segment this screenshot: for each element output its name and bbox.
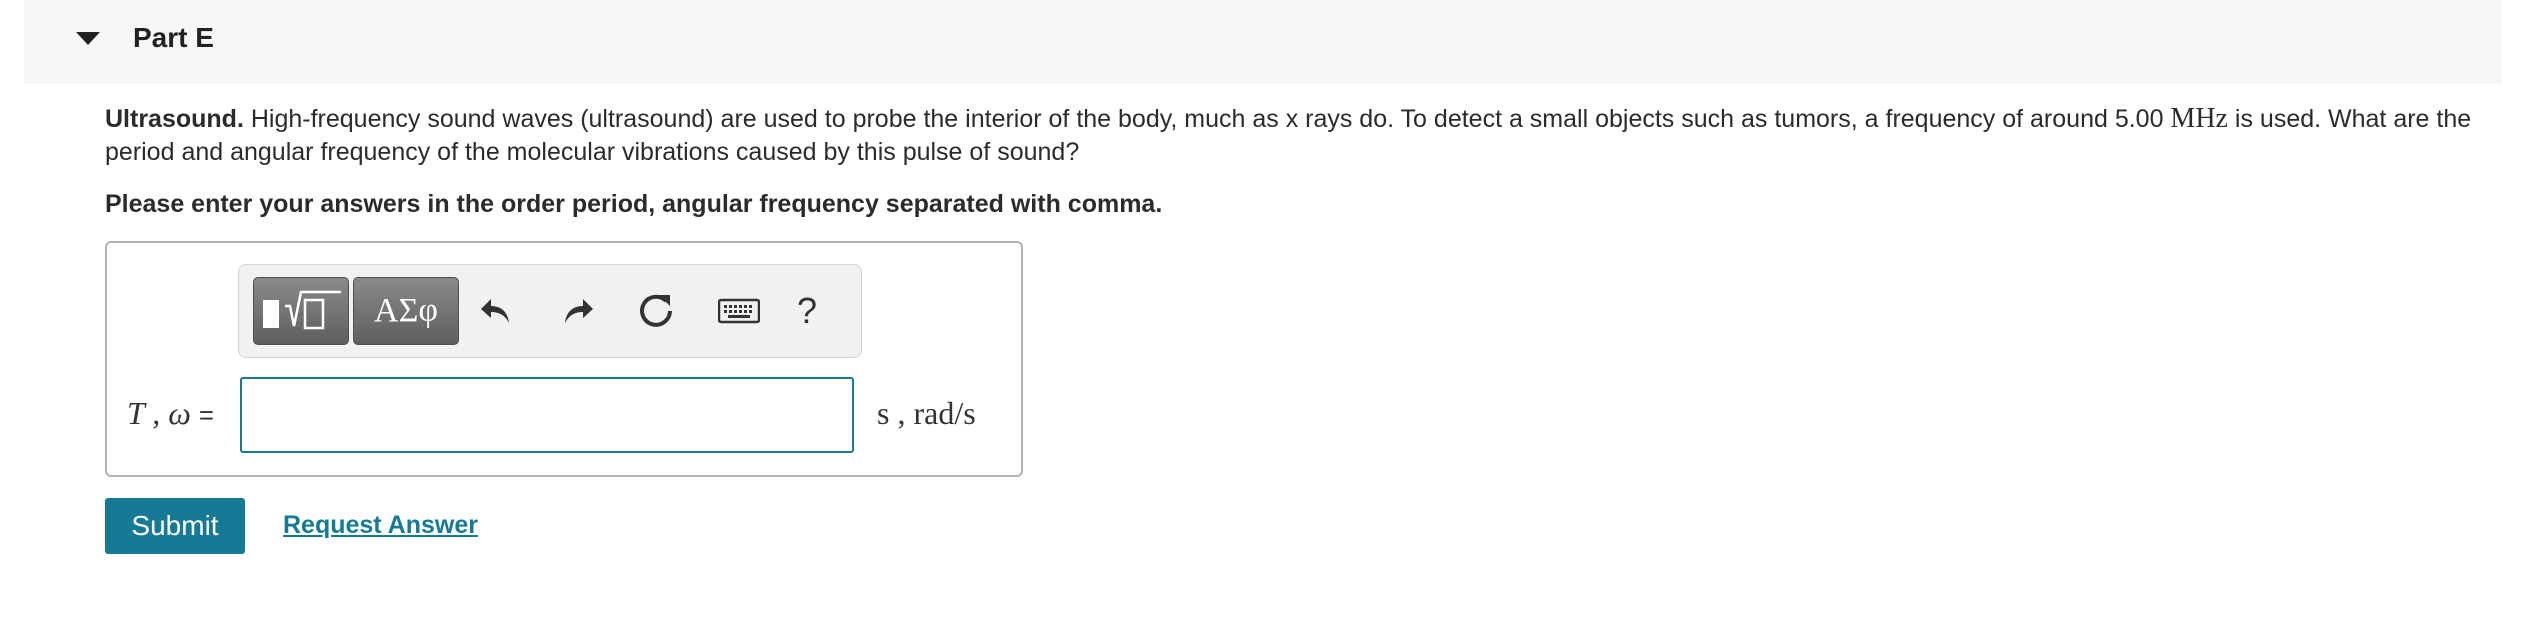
part-header[interactable]: Part E [24, 0, 2502, 84]
greek-symbols-button[interactable]: ΑΣφ [353, 277, 459, 345]
reset-icon[interactable] [633, 287, 681, 335]
undo-icon[interactable] [473, 287, 521, 335]
collapse-caret-icon[interactable] [76, 32, 100, 45]
frequency-unit: MHz [2170, 103, 2228, 134]
help-icon[interactable]: ? [783, 287, 831, 335]
templates-icon [263, 290, 341, 330]
answer-input[interactable] [240, 377, 854, 453]
request-answer-link[interactable]: Request Answer [283, 509, 478, 541]
math-toolbar: ΑΣφ ? [238, 264, 862, 358]
question-body-1: High-frequency sound waves (ultrasound) … [243, 105, 2171, 133]
keyboard-icon[interactable] [715, 287, 763, 335]
answer-units: s , rad/s [877, 395, 976, 431]
question-lead: Ultrasound. [105, 105, 244, 133]
templates-button[interactable] [253, 277, 349, 345]
answer-instruction: Please enter your answers in the order p… [105, 190, 1163, 218]
variable-symbols: T , ω [127, 395, 191, 431]
part-title: Part E [133, 22, 214, 53]
redo-icon[interactable] [553, 287, 601, 335]
submit-button[interactable]: Submit [105, 498, 245, 554]
question-text: Ultrasound. High-frequency sound waves (… [105, 102, 2505, 169]
equals-sign: = [198, 400, 214, 430]
answer-variable-label: T , ω = [127, 393, 214, 435]
answer-box: ΑΣφ ? T , ω = s , rad/s [105, 241, 1023, 477]
